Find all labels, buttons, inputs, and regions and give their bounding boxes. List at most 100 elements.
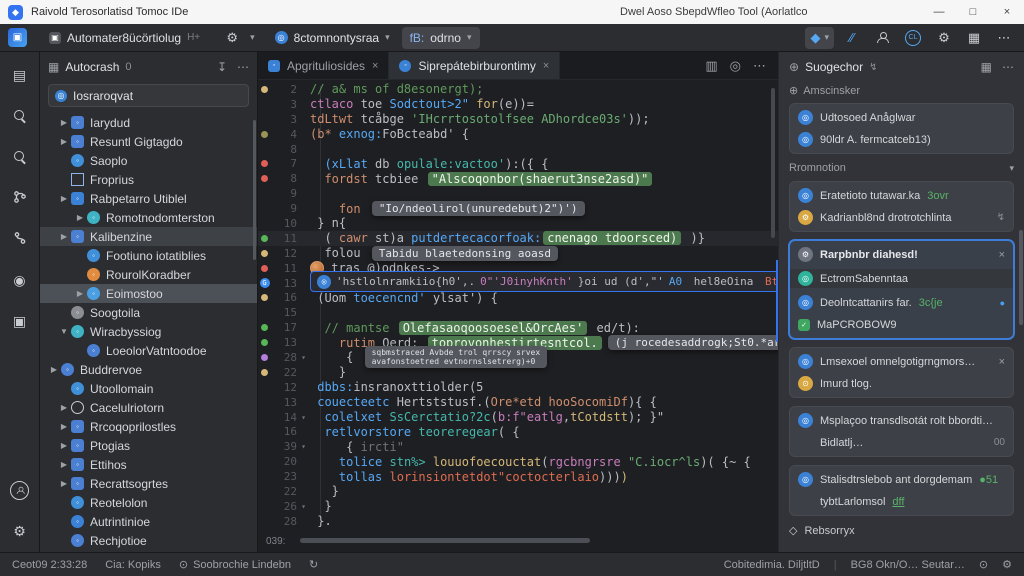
- code-line[interactable]: 12 folou Tabidu blaetedonsing aoasd: [258, 246, 778, 261]
- code-line[interactable]: 15: [258, 305, 778, 320]
- code-line[interactable]: 8: [258, 142, 778, 157]
- tree-chevron-icon[interactable]: ▶: [58, 403, 70, 412]
- suggestion-card[interactable]: ◎Lmsexoel omnelgotigrngmors…×⊙Imurd tlog…: [789, 347, 1014, 398]
- code-line[interactable]: 8 fordst tcbiee "Alscoqonbor(shaerut3nse…: [258, 171, 778, 186]
- tree-chevron-icon[interactable]: ▶: [58, 422, 70, 431]
- tree-chevron-icon[interactable]: ▶: [48, 365, 60, 374]
- status-item[interactable]: ↻: [309, 558, 318, 571]
- tab-close-icon[interactable]: ×: [543, 60, 549, 72]
- editor-settings-icon[interactable]: ◎: [730, 58, 741, 74]
- card-item-link[interactable]: dff: [892, 496, 904, 508]
- code-line[interactable]: 17 // mantse Olefasaoqoosoesel&OrcAes' e…: [258, 320, 778, 335]
- suggestion-card[interactable]: ◎Udtosoed Anåglwar◎90ldr A. fermcatceb13…: [789, 103, 1014, 154]
- run-configuration-dropdown[interactable]: ◎ 8ctomnontysraa ▾: [267, 27, 398, 49]
- editor-scrollbar[interactable]: [771, 88, 775, 238]
- fold-icon[interactable]: ▾: [297, 413, 310, 422]
- code-line[interactable]: 26▾ }: [258, 499, 778, 514]
- code-line[interactable]: 39▾ { ircti": [258, 439, 778, 454]
- more-icon[interactable]: ⋯: [1002, 60, 1014, 74]
- tab-close-icon[interactable]: ×: [372, 60, 378, 72]
- close-icon[interactable]: ×: [999, 356, 1005, 368]
- tree-item[interactable]: ◦RourolKoradber: [40, 265, 257, 284]
- fold-icon[interactable]: ▾: [297, 502, 310, 511]
- code-line[interactable]: 3tdLtwt tcåbge 'IHcrrtosotolfsee ADhordc…: [258, 112, 778, 127]
- user-icon[interactable]: [870, 27, 894, 49]
- settings-icon[interactable]: ⚙: [1002, 558, 1012, 571]
- more-icon[interactable]: ⋯: [753, 58, 766, 74]
- panel-layout-icon[interactable]: ▦: [981, 60, 992, 74]
- run-slashes-icon[interactable]: ∕∕: [840, 27, 864, 49]
- code-line[interactable]: 14▾ colelxet SsCerctatio?2c(b:f"eatlg,tC…: [258, 410, 778, 425]
- minimize-button[interactable]: —: [922, 0, 956, 24]
- tree-item[interactable]: ▶◦Kalibenzine: [40, 227, 257, 246]
- tree-item[interactable]: ◦Utoollomain: [40, 379, 257, 398]
- tree-chevron-icon[interactable]: ▶: [58, 232, 70, 241]
- code-line[interactable]: 10 } n{: [258, 216, 778, 231]
- status-item[interactable]: ⊙Soobrochie Lindebn: [179, 558, 291, 571]
- split-editor-icon[interactable]: ▥: [705, 58, 717, 74]
- settings-icon[interactable]: ⚙: [932, 27, 956, 49]
- code-line[interactable]: 13 couecteetc Hertststusf.(Ore*etd hooSo…: [258, 395, 778, 410]
- tree-item[interactable]: ▼◦Wiracbyssiog: [40, 322, 257, 341]
- suggestion-card[interactable]: ◎Msplaçoo transdlsotát rolt bbordti…Bidl…: [789, 406, 1014, 457]
- tree-chevron-icon[interactable]: ▶: [58, 441, 70, 450]
- tree-chevron-icon[interactable]: ▶: [58, 194, 70, 203]
- code-line[interactable]: 28▾ { sqbmstraced Avbde trol qrrscy srve…: [258, 350, 778, 365]
- debug-icon[interactable]: ◉: [7, 267, 33, 293]
- git-graph-icon[interactable]: [7, 185, 33, 211]
- tree-item[interactable]: ◦LoeolorVatntoodoe: [40, 341, 257, 360]
- code-line[interactable]: 9: [258, 186, 778, 201]
- panel-scrollbar[interactable]: [1019, 230, 1023, 325]
- references-link[interactable]: ◇Rebsorryx: [789, 524, 1014, 537]
- tree-item[interactable]: ▶◦Rrcoqoprilostles: [40, 417, 257, 436]
- inline-chat-widget[interactable]: ◎'hstlolnramkiio{h0',.0"'J0inyhKnth'}oi …: [310, 271, 778, 292]
- packages-icon[interactable]: ▣: [7, 308, 33, 334]
- collapse-all-icon[interactable]: ↧: [217, 60, 227, 74]
- search-settings-icon[interactable]: [7, 103, 33, 129]
- explorer-search-input[interactable]: [73, 89, 213, 103]
- code-line[interactable]: G13◎'hstlolnramkiio{h0',.0"'J0inyhKnth'}…: [258, 276, 778, 291]
- code-line[interactable]: 4(b* exnog:FoBcteabd' {: [258, 127, 778, 142]
- code-line[interactable]: 9 fon "Io/ndeolirol(unuredebut)2")'): [258, 201, 778, 216]
- suggestion-card[interactable]: ◎Stalisdtrslebob ant dorgdemam ●51tybtLa…: [789, 465, 1014, 516]
- tree-chevron-icon[interactable]: ▶: [74, 289, 86, 298]
- tree-item[interactable]: ◦Autrintinioe: [40, 512, 257, 531]
- explorer-scrollbar[interactable]: [253, 120, 256, 260]
- code-line[interactable]: 16 retlvorstore teoreregear( {: [258, 424, 778, 439]
- tree-item[interactable]: ▶◦Resuntl Gigtagdo: [40, 132, 257, 151]
- tree-chevron-icon[interactable]: ▼: [58, 327, 70, 336]
- more-icon[interactable]: ⋯: [992, 27, 1016, 49]
- vcs-dropdown[interactable]: ⚙ ▾: [212, 27, 263, 49]
- tree-chevron-icon[interactable]: ▶: [74, 213, 86, 222]
- more-icon[interactable]: ⋯: [237, 60, 249, 74]
- tree-chevron-icon[interactable]: ▶: [58, 460, 70, 469]
- editor-tab[interactable]: ◦Siprepátebirburontimy×: [389, 52, 560, 79]
- project-icon[interactable]: ▤: [7, 62, 33, 88]
- ai-assistant-button[interactable]: ◆▾: [805, 27, 834, 49]
- fold-icon[interactable]: ▾: [297, 353, 310, 362]
- search-icon[interactable]: [7, 144, 33, 170]
- tree-item[interactable]: ▶◦Iarydud: [40, 113, 257, 132]
- code-line[interactable]: 23 tollas lorinsiontetdot"coctocterlaio)…: [258, 469, 778, 484]
- code-line[interactable]: 2// a& ms of d8esonergt);: [258, 82, 778, 97]
- tree-chevron-icon[interactable]: ▶: [58, 118, 70, 127]
- status-item[interactable]: BG8 Okn/O… Seutar…: [851, 559, 965, 571]
- close-icon[interactable]: ×: [999, 249, 1005, 261]
- tree-item[interactable]: ▶◦Recrattsogrtes: [40, 474, 257, 493]
- status-item[interactable]: Ceot09 2:33:28: [12, 559, 87, 571]
- code-line[interactable]: 22 }: [258, 484, 778, 499]
- branch-icon[interactable]: [7, 226, 33, 252]
- close-button[interactable]: ×: [990, 0, 1024, 24]
- code-line[interactable]: 11 ( cawr st)a putdertecacorfoak:cnenago…: [258, 231, 778, 246]
- tree-item[interactable]: ▶◦Ptogias: [40, 436, 257, 455]
- code-with-me-badge[interactable]: CL: [900, 27, 926, 49]
- tree-item[interactable]: ◦Footiuno iotatiblies: [40, 246, 257, 265]
- clock-icon[interactable]: ⊙: [979, 558, 988, 571]
- tree-item[interactable]: ◦Rechjotioe: [40, 531, 257, 550]
- tree-item[interactable]: ▶◦Rabpetarro Utiblel: [40, 189, 257, 208]
- horizontal-scrollbar[interactable]: [300, 538, 590, 543]
- suggestion-card[interactable]: ◎Eratetioto tutawar.ka 3ovr⚙Kadrianbl8nd…: [789, 181, 1014, 232]
- code-editor[interactable]: 2// a& ms of d8esonergt);3ctlaco toe Sod…: [258, 80, 778, 530]
- project-widget[interactable]: ▣ Automater8ücörtiolug H+: [41, 27, 208, 49]
- tree-item[interactable]: Froprius: [40, 170, 257, 189]
